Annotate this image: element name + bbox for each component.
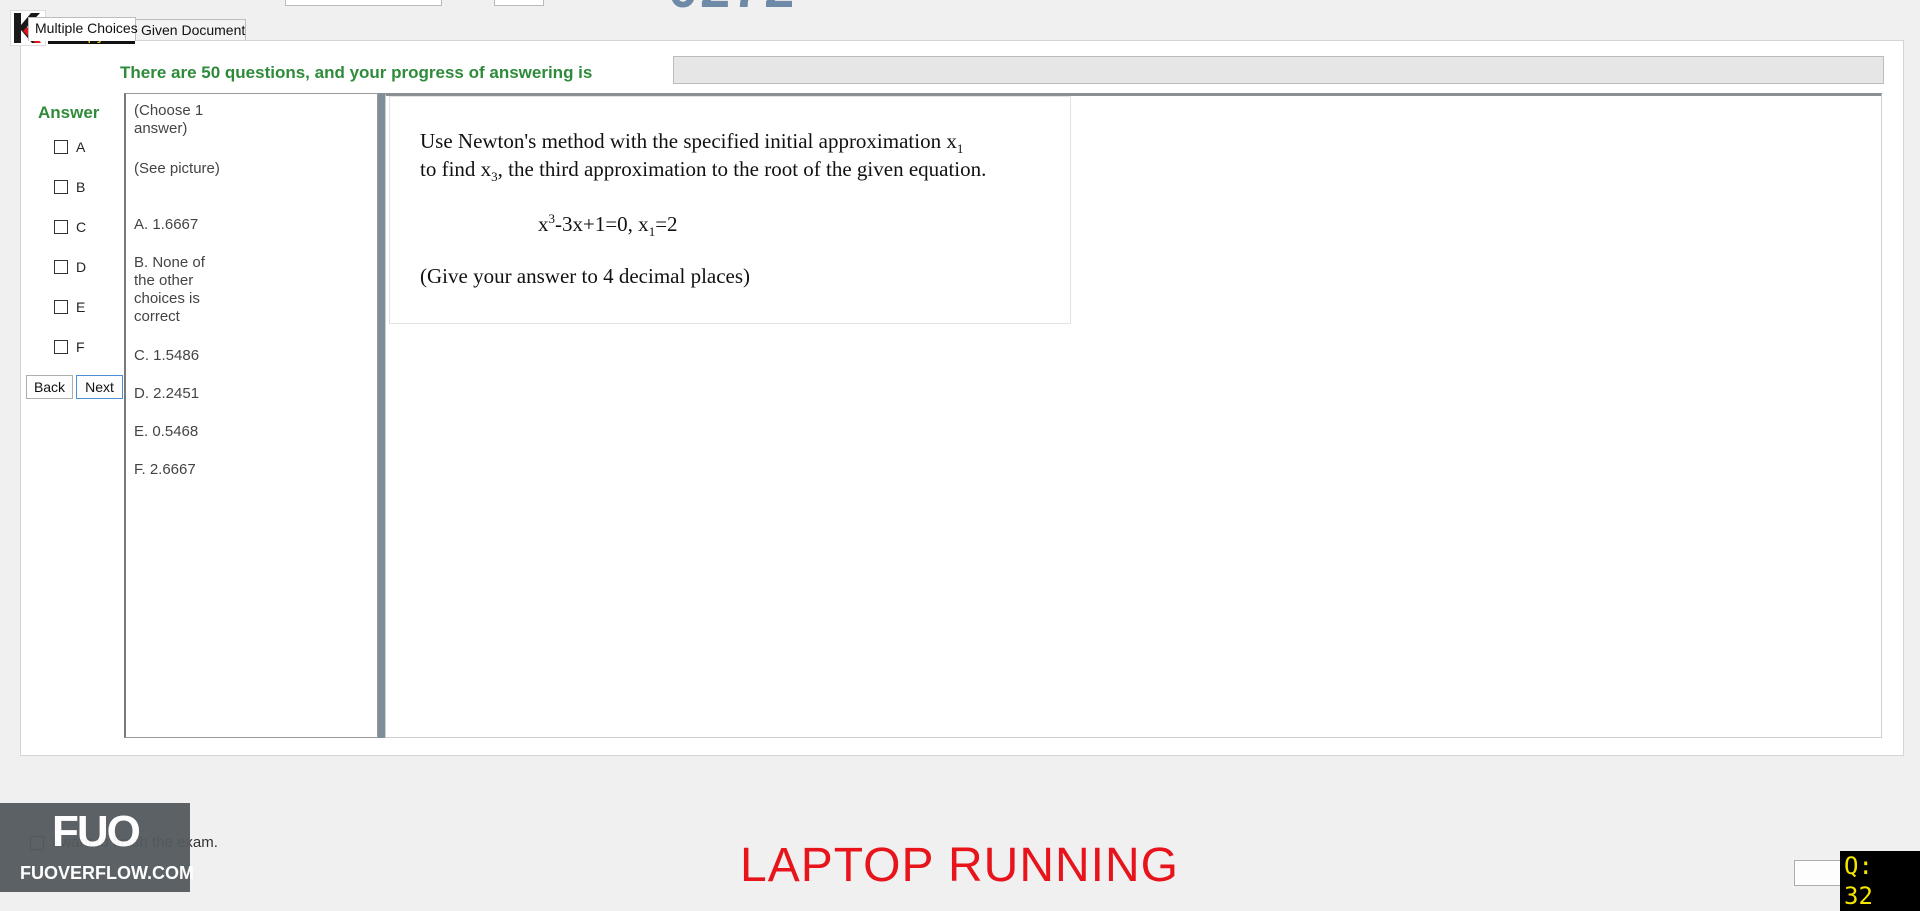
- choice-a: A. 1.6667: [134, 216, 199, 233]
- choice-b: B. None of the other choices is correct: [134, 254, 205, 325]
- choice-e: E. 0.5468: [134, 423, 199, 440]
- choices-list: (Choose 1 answer) (See picture) A. 1.666…: [124, 93, 378, 738]
- option-e[interactable]: E: [54, 299, 85, 315]
- checkbox-e[interactable]: [54, 300, 68, 314]
- choices-instruction: (Choose 1 answer): [134, 102, 204, 137]
- question-line-2: to find x3, the third approximation to t…: [420, 157, 987, 185]
- fuoverflow-watermark: FUO FUOVERFLOW.COM: [0, 803, 194, 892]
- checkbox-f[interactable]: [54, 340, 68, 354]
- question-equation: x3-3x+1=0, x1=2: [538, 211, 678, 240]
- progress-label: There are 50 questions, and your progres…: [120, 63, 593, 82]
- question-line-1: Use Newton's method with the specified i…: [420, 129, 964, 157]
- answer-title: Answer: [38, 103, 100, 122]
- tab-multiple-choices[interactable]: Multiple Choices: [28, 17, 138, 41]
- top-small-field[interactable]: [494, 0, 544, 6]
- checkbox-d[interactable]: [54, 260, 68, 274]
- next-button[interactable]: Next: [76, 375, 123, 399]
- choice-c: C. 1.5486: [134, 347, 200, 364]
- option-c-label: C: [76, 219, 87, 235]
- exam-timer: 0272: [668, 0, 796, 16]
- option-a[interactable]: A: [54, 139, 85, 155]
- option-f-label: F: [76, 339, 85, 355]
- panel-splitter[interactable]: [378, 93, 385, 738]
- status-text: LAPTOP RUNNING: [740, 839, 1179, 892]
- option-a-label: A: [76, 139, 86, 155]
- question-note: (Give your answer to 4 decimal places): [420, 264, 751, 288]
- option-d[interactable]: D: [54, 259, 86, 275]
- option-b-label: B: [76, 179, 86, 195]
- question-counter: Q: 32: [1840, 851, 1920, 911]
- option-f[interactable]: F: [54, 339, 85, 355]
- top-dropdown[interactable]: [285, 0, 442, 6]
- back-button[interactable]: Back: [26, 375, 73, 399]
- fuo-site-text: FUOVERFLOW.COM: [20, 863, 194, 883]
- fuo-logo-text: FUO: [52, 807, 141, 856]
- checkbox-c[interactable]: [54, 220, 68, 234]
- option-e-label: E: [76, 299, 86, 315]
- question-image: Use Newton's method with the specified i…: [389, 96, 1071, 324]
- choice-f: F. 2.6667: [134, 461, 196, 478]
- option-c[interactable]: C: [54, 219, 86, 235]
- tab-given-document[interactable]: Given Document: [134, 19, 246, 41]
- checkbox-a[interactable]: [54, 140, 68, 154]
- progress-bar: [673, 56, 1884, 84]
- option-d-label: D: [76, 259, 87, 275]
- choice-d: D. 2.2451: [134, 385, 200, 402]
- checkbox-b[interactable]: [54, 180, 68, 194]
- option-b[interactable]: B: [54, 179, 85, 195]
- choices-see-picture: (See picture): [134, 160, 220, 177]
